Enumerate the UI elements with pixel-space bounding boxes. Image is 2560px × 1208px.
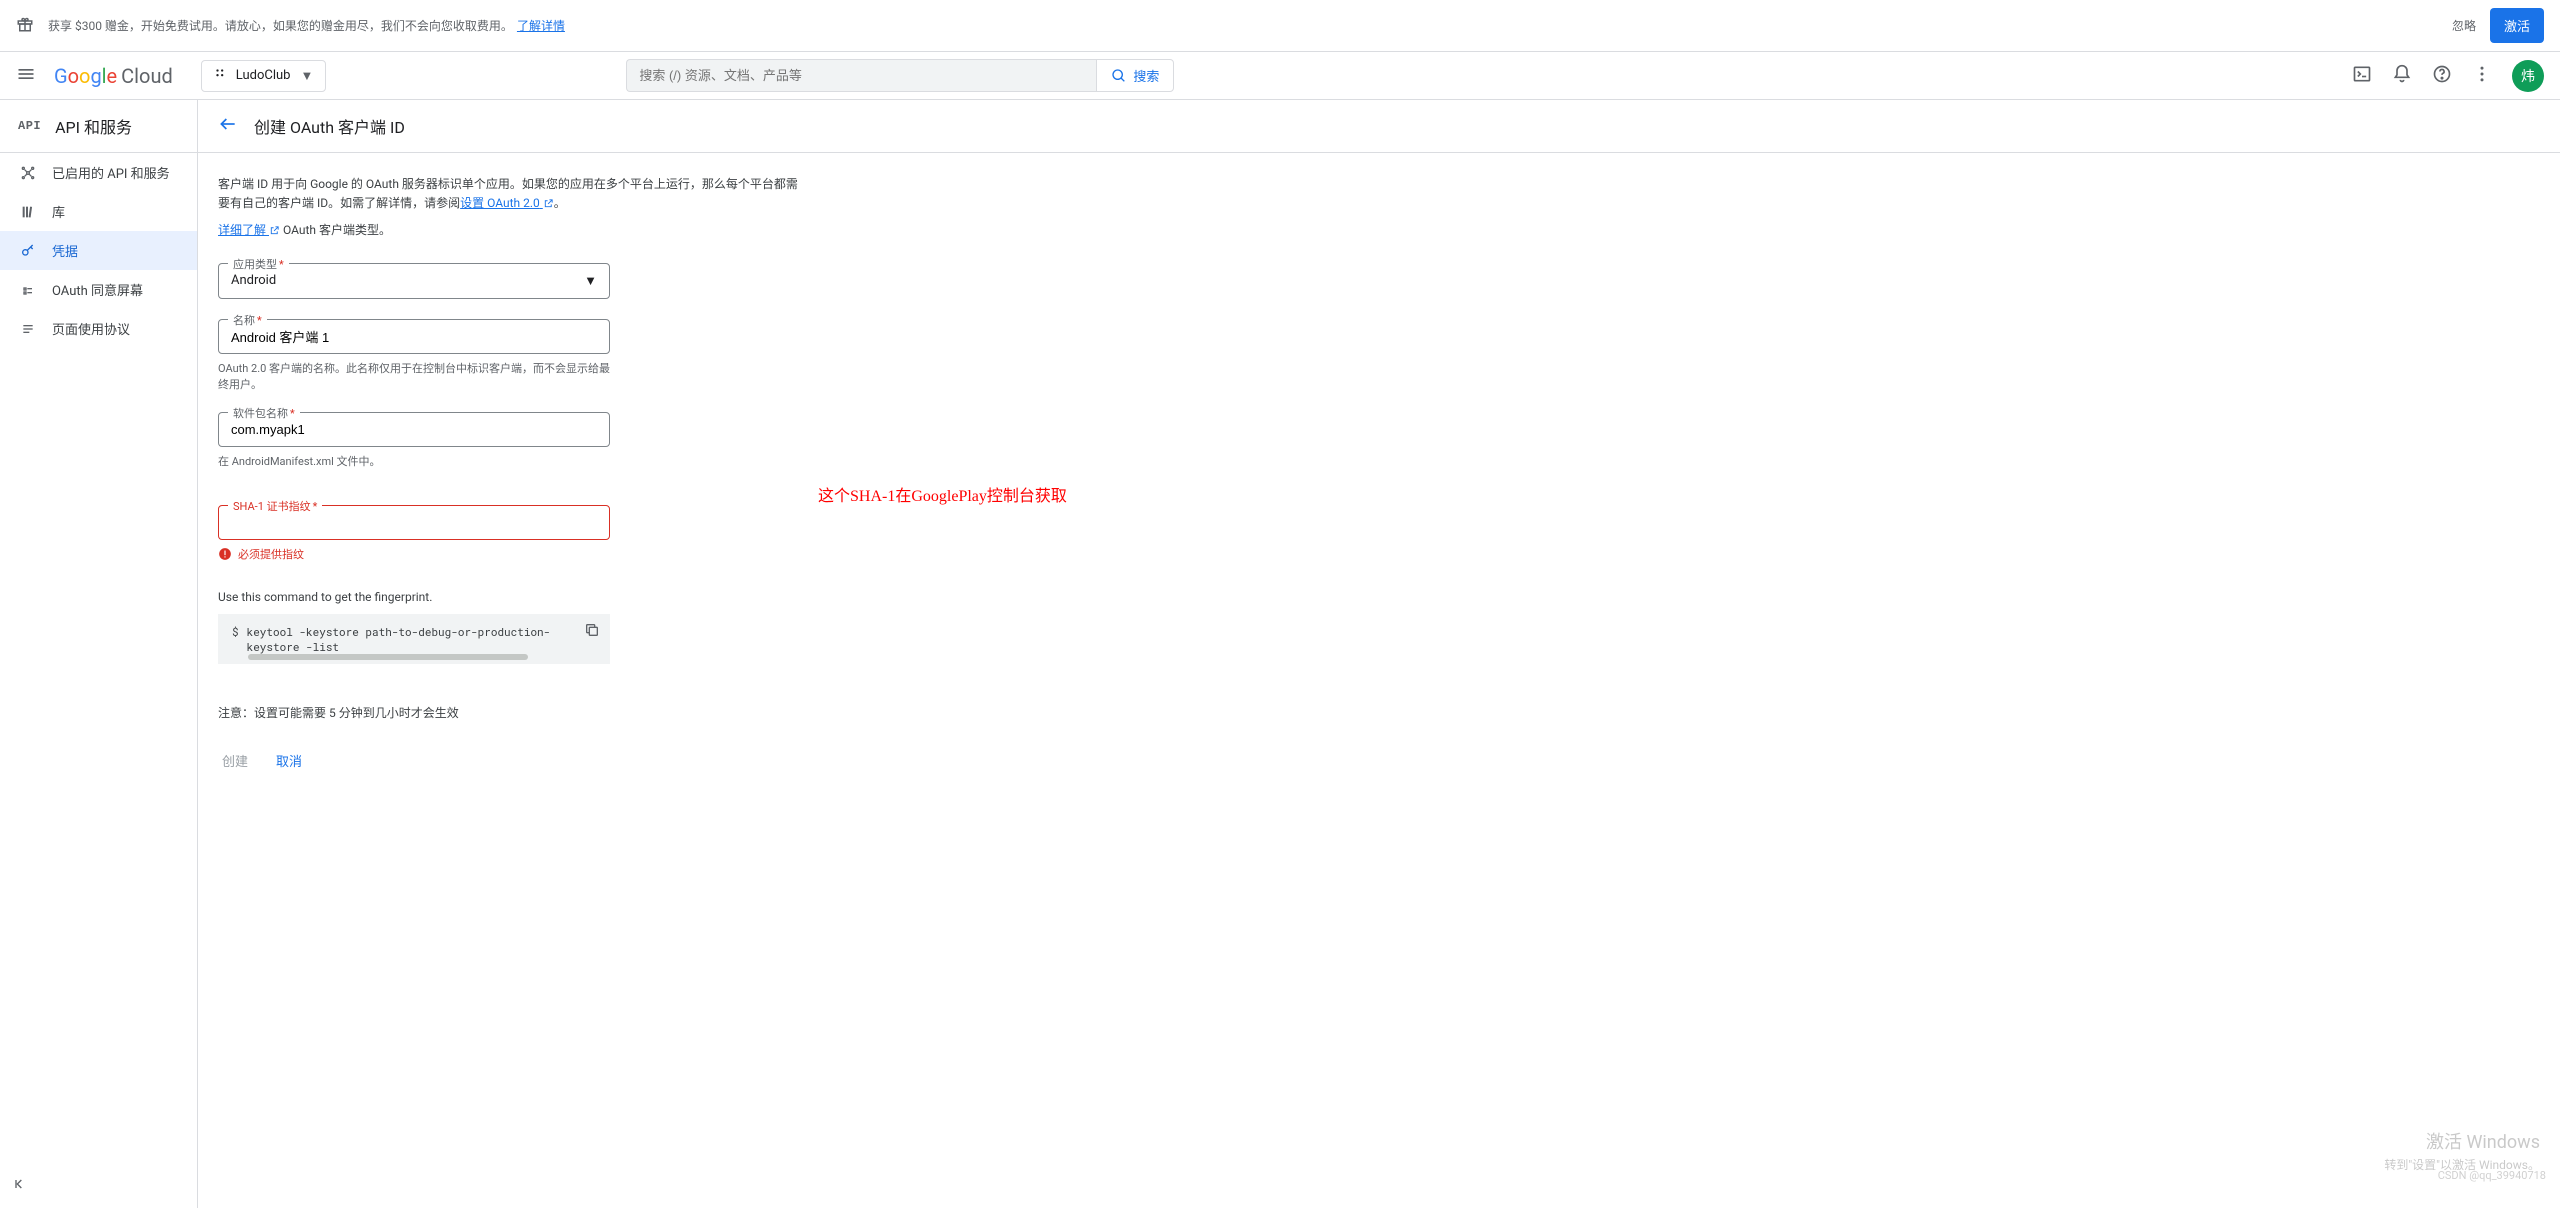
sha1-field-wrap: SHA-1 证书指纹* <box>218 505 610 540</box>
gift-icon <box>16 15 34 36</box>
sidebar-item-library[interactable]: 库 <box>0 192 197 231</box>
hamburger-menu-icon[interactable] <box>16 64 36 88</box>
copy-icon[interactable] <box>584 622 600 641</box>
search-input[interactable] <box>626 59 1096 92</box>
app-type-value: Android <box>231 273 276 288</box>
consent-icon <box>18 282 38 298</box>
sidebar-item-label: 页面使用协议 <box>52 319 130 338</box>
cancel-button[interactable]: 取消 <box>272 743 306 778</box>
note: 注意：设置可能需要 5 分钟到几小时才会生效 <box>218 704 798 721</box>
sidebar-item-label: OAuth 同意屏幕 <box>52 280 143 299</box>
library-icon <box>18 204 38 220</box>
sidebar-item-enabled-apis[interactable]: 已启用的 API 和服务 <box>0 153 197 192</box>
cloud-shell-icon[interactable] <box>2352 64 2372 88</box>
learn-more-link[interactable]: 详细了解 <box>218 223 280 237</box>
description-text: 客户端 ID 用于向 Google 的 OAuth 服务器标识单个应用。如果您的… <box>218 175 798 215</box>
sidebar-title-label: API 和服务 <box>55 114 132 138</box>
sidebar-item-label: 已启用的 API 和服务 <box>52 163 170 182</box>
top-bar: Google Cloud LudoClub ▼ 搜索 炜 <box>0 52 2560 100</box>
sidebar-item-label: 库 <box>52 202 65 221</box>
annotation-overlay: 这个SHA-1在GooglePlay控制台获取 <box>818 482 1067 506</box>
name-input[interactable] <box>218 319 610 354</box>
app-type-label: 应用类型* <box>228 256 289 272</box>
search-button-label: 搜索 <box>1133 66 1159 85</box>
description-text-2: 详细了解 OAuth 客户端类型。 <box>218 221 798 242</box>
page-title: 创建 OAuth 客户端 ID <box>254 114 405 138</box>
sha1-label: SHA-1 证书指纹* <box>228 498 322 514</box>
code-prompt: $ <box>232 624 239 639</box>
code-scrollbar[interactable] <box>248 654 528 660</box>
search-icon <box>1111 68 1127 84</box>
package-helper: 在 AndroidManifest.xml 文件中。 <box>218 453 610 469</box>
windows-watermark: 激活 Windows 转到"设置"以激活 Windows。 <box>2384 1129 2540 1174</box>
back-arrow-icon[interactable] <box>218 114 238 138</box>
sidebar-item-oauth-consent[interactable]: OAuth 同意屏幕 <box>0 270 197 309</box>
promo-text: 获享 $300 赠金，开始免费试用。请放心，如果您的赠金用尽，我们不会向您收取费… <box>48 17 513 34</box>
promo-banner: 获享 $300 赠金，开始免费试用。请放心，如果您的赠金用尽，我们不会向您收取费… <box>0 0 2560 52</box>
content: 创建 OAuth 客户端 ID 客户端 ID 用于向 Google 的 OAut… <box>198 100 2560 1208</box>
google-cloud-logo[interactable]: Google Cloud <box>54 64 173 88</box>
logo-cloud-text: Cloud <box>121 64 173 88</box>
name-field-wrap: 名称* <box>218 319 610 354</box>
help-icon[interactable] <box>2432 64 2452 88</box>
form-actions: 创建 取消 <box>218 743 798 778</box>
project-picker[interactable]: LudoClub ▼ <box>201 60 327 92</box>
setup-oauth-link[interactable]: 设置 OAuth 2.0 <box>460 196 554 210</box>
avatar[interactable]: 炜 <box>2512 60 2544 92</box>
notifications-icon[interactable] <box>2392 64 2412 88</box>
sidebar-title[interactable]: API API 和服务 <box>0 100 197 153</box>
project-icon <box>214 67 228 85</box>
package-field-wrap: 软件包名称* <box>218 412 610 447</box>
page-header: 创建 OAuth 客户端 ID <box>198 100 2560 153</box>
chevron-down-icon: ▼ <box>584 273 597 289</box>
api-icon: API <box>18 119 41 133</box>
error-icon <box>218 547 232 561</box>
sidebar-item-label: 凭据 <box>52 241 78 260</box>
external-link-icon <box>269 223 280 242</box>
sidebar: API API 和服务 已启用的 API 和服务 库 凭据 OAuth 同意屏幕… <box>0 100 198 1208</box>
create-button[interactable]: 创建 <box>218 743 252 778</box>
fingerprint-header: Use this command to get the fingerprint. <box>218 590 798 604</box>
project-name: LudoClub <box>236 68 291 83</box>
sidebar-item-terms[interactable]: 页面使用协议 <box>0 309 197 348</box>
more-icon[interactable] <box>2472 64 2492 88</box>
app-type-field-wrap: 应用类型* Android ▼ <box>218 263 610 299</box>
external-link-icon <box>543 196 554 215</box>
dashboard-icon <box>18 165 38 181</box>
chevron-down-icon: ▼ <box>300 68 313 84</box>
promo-learn-more-link[interactable]: 了解详情 <box>517 17 565 34</box>
sidebar-item-credentials[interactable]: 凭据 <box>0 231 197 270</box>
code-text: keytool -keystore path-to-debug-or-produ… <box>247 624 596 654</box>
code-block: $ keytool -keystore path-to-debug-or-pro… <box>218 614 610 664</box>
promo-activate-button[interactable]: 激活 <box>2490 8 2544 43</box>
search-wrap: 搜索 <box>626 59 1174 92</box>
name-helper: OAuth 2.0 客户端的名称。此名称仅用于在控制台中标识客户端，而不会显示给… <box>218 360 610 392</box>
package-label: 软件包名称* <box>228 405 300 421</box>
sha1-error: 必须提供指纹 <box>218 546 798 562</box>
search-button[interactable]: 搜索 <box>1096 59 1174 92</box>
sidebar-collapse-icon[interactable] <box>12 1176 28 1196</box>
csdn-watermark: CSDN @qq_39940718 <box>2438 1169 2546 1182</box>
promo-dismiss-button[interactable]: 忽略 <box>2452 17 2476 34</box>
name-label: 名称* <box>228 312 267 328</box>
key-icon <box>18 243 38 259</box>
terms-icon <box>18 321 38 337</box>
